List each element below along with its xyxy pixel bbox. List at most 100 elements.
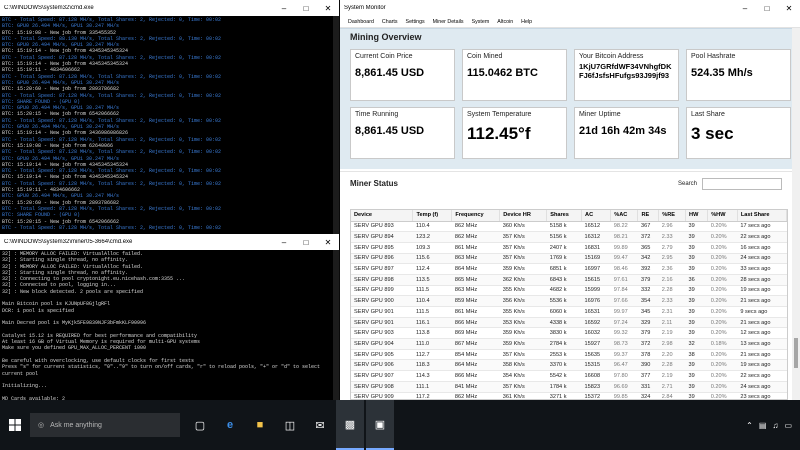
column-header[interactable]: Frequency: [451, 210, 501, 222]
close-icon[interactable]: ✕: [317, 234, 339, 250]
edge-icon[interactable]: e: [216, 400, 244, 450]
table-row[interactable]: SERV GPU 905 112.7 854 MHz 357 Kh/s 2553 k 15…: [351, 349, 787, 361]
column-header[interactable]: Shares: [546, 210, 583, 222]
table-cell: 98.73: [610, 338, 638, 350]
windows-start-icon[interactable]: [0, 400, 30, 450]
table-row[interactable]: SERV GPU 904 111.0 867 MHz 359 Kh/s 2784 k 15…: [351, 338, 787, 350]
table-cell: SERV GPU 897: [351, 263, 413, 275]
table-cell: 39: [685, 306, 708, 318]
table-row[interactable]: SERV GPU 899 111.5 863 MHz 355 Kh/s 4682 k 15…: [351, 285, 787, 297]
scrollbar-thumb[interactable]: [794, 338, 798, 368]
app-icon[interactable]: ▣: [366, 400, 394, 450]
column-header[interactable]: %AC: [610, 210, 639, 222]
table-cell: 16608: [581, 370, 611, 382]
close-icon[interactable]: ✕: [778, 0, 800, 16]
table-cell: 359 Kh/s: [499, 327, 547, 340]
cmd-icon[interactable]: ▩: [336, 400, 364, 450]
table-cell: 109.3: [412, 242, 452, 254]
table-cell: 2.71: [658, 381, 686, 393]
cmd-window-1-titlebar[interactable]: C:\WINDOWS\system32\cmd.exe – □ ✕: [0, 0, 339, 16]
table-row[interactable]: SERV GPU 901 111.5 861 MHz 355 Kh/s 6060 k 16…: [351, 306, 787, 318]
table-cell: 2.28: [658, 359, 686, 372]
network-icon[interactable]: ▤: [759, 421, 767, 430]
menu-item-system[interactable]: System: [468, 19, 494, 25]
table-row[interactable]: SERV GPU 893 110.4 862 MHz 360 Kh/s 5158 k 16…: [351, 221, 787, 233]
cmd-window-2-titlebar[interactable]: C:\WINDOWS\system32\miner05-3664\cmd.exe…: [0, 234, 339, 250]
column-header[interactable]: Temp (f): [412, 210, 453, 222]
table-cell: 99.89: [610, 242, 638, 254]
table-row[interactable]: SERV GPU 907 114.3 866 MHz 354 Kh/s 5542 k 16…: [351, 370, 787, 382]
table-row[interactable]: SERV GPU 908 111.1 841 MHz 357 Kh/s 1784 k 15…: [351, 381, 787, 393]
task-view-icon[interactable]: ▢: [186, 400, 214, 450]
table-cell: 3370 k: [546, 359, 582, 372]
column-header[interactable]: RE: [637, 210, 660, 222]
column-header[interactable]: %RE: [658, 210, 687, 222]
table-row[interactable]: SERV GPU 895 109.3 861 MHz 357 Kh/s 2407 k 16…: [351, 242, 787, 254]
table-cell: SERV GPU 903: [351, 327, 413, 340]
taskbar-search-box[interactable]: ◎ Ask me anything: [30, 413, 180, 437]
tile-label: Coin Mined: [467, 53, 503, 60]
menu-item-settings[interactable]: Settings: [402, 19, 429, 25]
table-row[interactable]: SERV GPU 897 112.4 864 MHz 359 Kh/s 6851 k 16…: [351, 263, 787, 275]
column-header[interactable]: AC: [581, 210, 612, 222]
menu-item-charts[interactable]: Charts: [378, 19, 402, 25]
minimize-icon[interactable]: –: [273, 0, 295, 16]
table-cell: 332: [637, 285, 659, 297]
table-cell: 358 Kh/s: [499, 359, 547, 372]
table-row[interactable]: SERV GPU 903 113.8 869 MHz 359 Kh/s 3830 k 16…: [351, 327, 787, 340]
maximize-icon[interactable]: □: [756, 0, 778, 16]
column-header[interactable]: Device: [351, 210, 414, 222]
file-explorer-icon[interactable]: ■: [246, 400, 274, 450]
system-monitor-titlebar[interactable]: System Monitor – □ ✕: [340, 0, 800, 16]
store-icon[interactable]: ◫: [276, 400, 304, 450]
close-icon[interactable]: ✕: [317, 0, 339, 16]
search-input[interactable]: [702, 177, 782, 190]
maximize-icon[interactable]: □: [295, 234, 317, 250]
mail-icon[interactable]: ✉: [306, 400, 334, 450]
table-row[interactable]: SERV GPU 901 116.1 866 MHz 353 Kh/s 4338 k 16…: [351, 317, 787, 329]
menu-item-help[interactable]: Help: [517, 19, 536, 25]
table-cell: 2407 k: [546, 242, 582, 254]
table-cell: 367: [637, 221, 659, 233]
maximize-icon[interactable]: □: [295, 0, 317, 16]
column-header[interactable]: %HW: [707, 210, 738, 222]
minimize-icon[interactable]: –: [734, 0, 756, 16]
table-cell: 39: [685, 359, 708, 372]
table-cell: 4338 k: [546, 317, 582, 329]
table-row[interactable]: SERV GPU 894 123.2 862 MHz 357 Kh/s 5156 k 16…: [351, 231, 787, 243]
table-cell: 2553 k: [546, 349, 582, 361]
table-cell: 39: [685, 285, 708, 297]
menu-item-miner-details[interactable]: Miner Details: [429, 19, 468, 25]
cmd-window-1-output[interactable]: BTC - Total Speed: 87.128 MH/s, Total Sh…: [0, 16, 339, 234]
table-cell: 324: [637, 392, 659, 399]
volume-icon[interactable]: ♫: [772, 421, 778, 430]
column-header[interactable]: Last Share: [737, 210, 787, 222]
cmd-window-2-output[interactable]: 32] : MEMORY ALLOC FAILED: VirtualAlloc …: [0, 250, 339, 400]
menu-item-altcoin[interactable]: Altcoin: [493, 19, 517, 25]
notification-icon[interactable]: ▭: [784, 421, 792, 430]
cmd-window-1-scrollbar[interactable]: [333, 16, 339, 234]
table-cell: 6060 k: [546, 306, 582, 318]
table-cell: 39: [685, 263, 708, 275]
cmd-window-2[interactable]: C:\WINDOWS\system32\miner05-3664\cmd.exe…: [0, 234, 339, 400]
minimize-icon[interactable]: –: [273, 234, 295, 250]
table-row[interactable]: SERV GPU 909 117.2 862 MHz 361 Kh/s 3271 k 15…: [351, 392, 787, 399]
chevron-up-icon[interactable]: ⌃: [746, 421, 753, 430]
table-cell: 0.20%: [707, 295, 738, 307]
column-header[interactable]: Device HR: [499, 210, 548, 222]
column-header[interactable]: HW: [685, 210, 709, 222]
menu-item-dashboard[interactable]: Dashboard: [344, 19, 378, 25]
table-row[interactable]: SERV GPU 896 115.6 863 MHz 357 Kh/s 1769 k 15…: [351, 253, 787, 265]
miner-status-table-container[interactable]: Device Temp (f) Frequency Device HR Shares AC…: [350, 209, 788, 400]
system-monitor-scrollbar[interactable]: [792, 28, 800, 400]
tile-label: Your Bitcoin Address: [579, 53, 644, 60]
cmd-window-1[interactable]: C:\WINDOWS\system32\cmd.exe – □ ✕ BTC - …: [0, 0, 339, 234]
table-cell: 862 MHz: [451, 231, 500, 243]
table-cell: 16032: [581, 327, 611, 340]
table-row[interactable]: SERV GPU 898 113.5 865 MHz 362 Kh/s 6843 k 15…: [351, 274, 787, 286]
table-row[interactable]: SERV GPU 906 118.3 864 MHz 358 Kh/s 3370 k 15…: [351, 359, 787, 372]
system-monitor-window[interactable]: System Monitor – □ ✕ Dashboard Charts Sett…: [340, 0, 800, 400]
table-cell: 22 secs ago: [737, 231, 787, 243]
cmd-window-2-scrollbar[interactable]: [333, 250, 339, 400]
table-row[interactable]: SERV GPU 900 110.4 859 MHz 356 Kh/s 5536 k 16…: [351, 295, 787, 307]
